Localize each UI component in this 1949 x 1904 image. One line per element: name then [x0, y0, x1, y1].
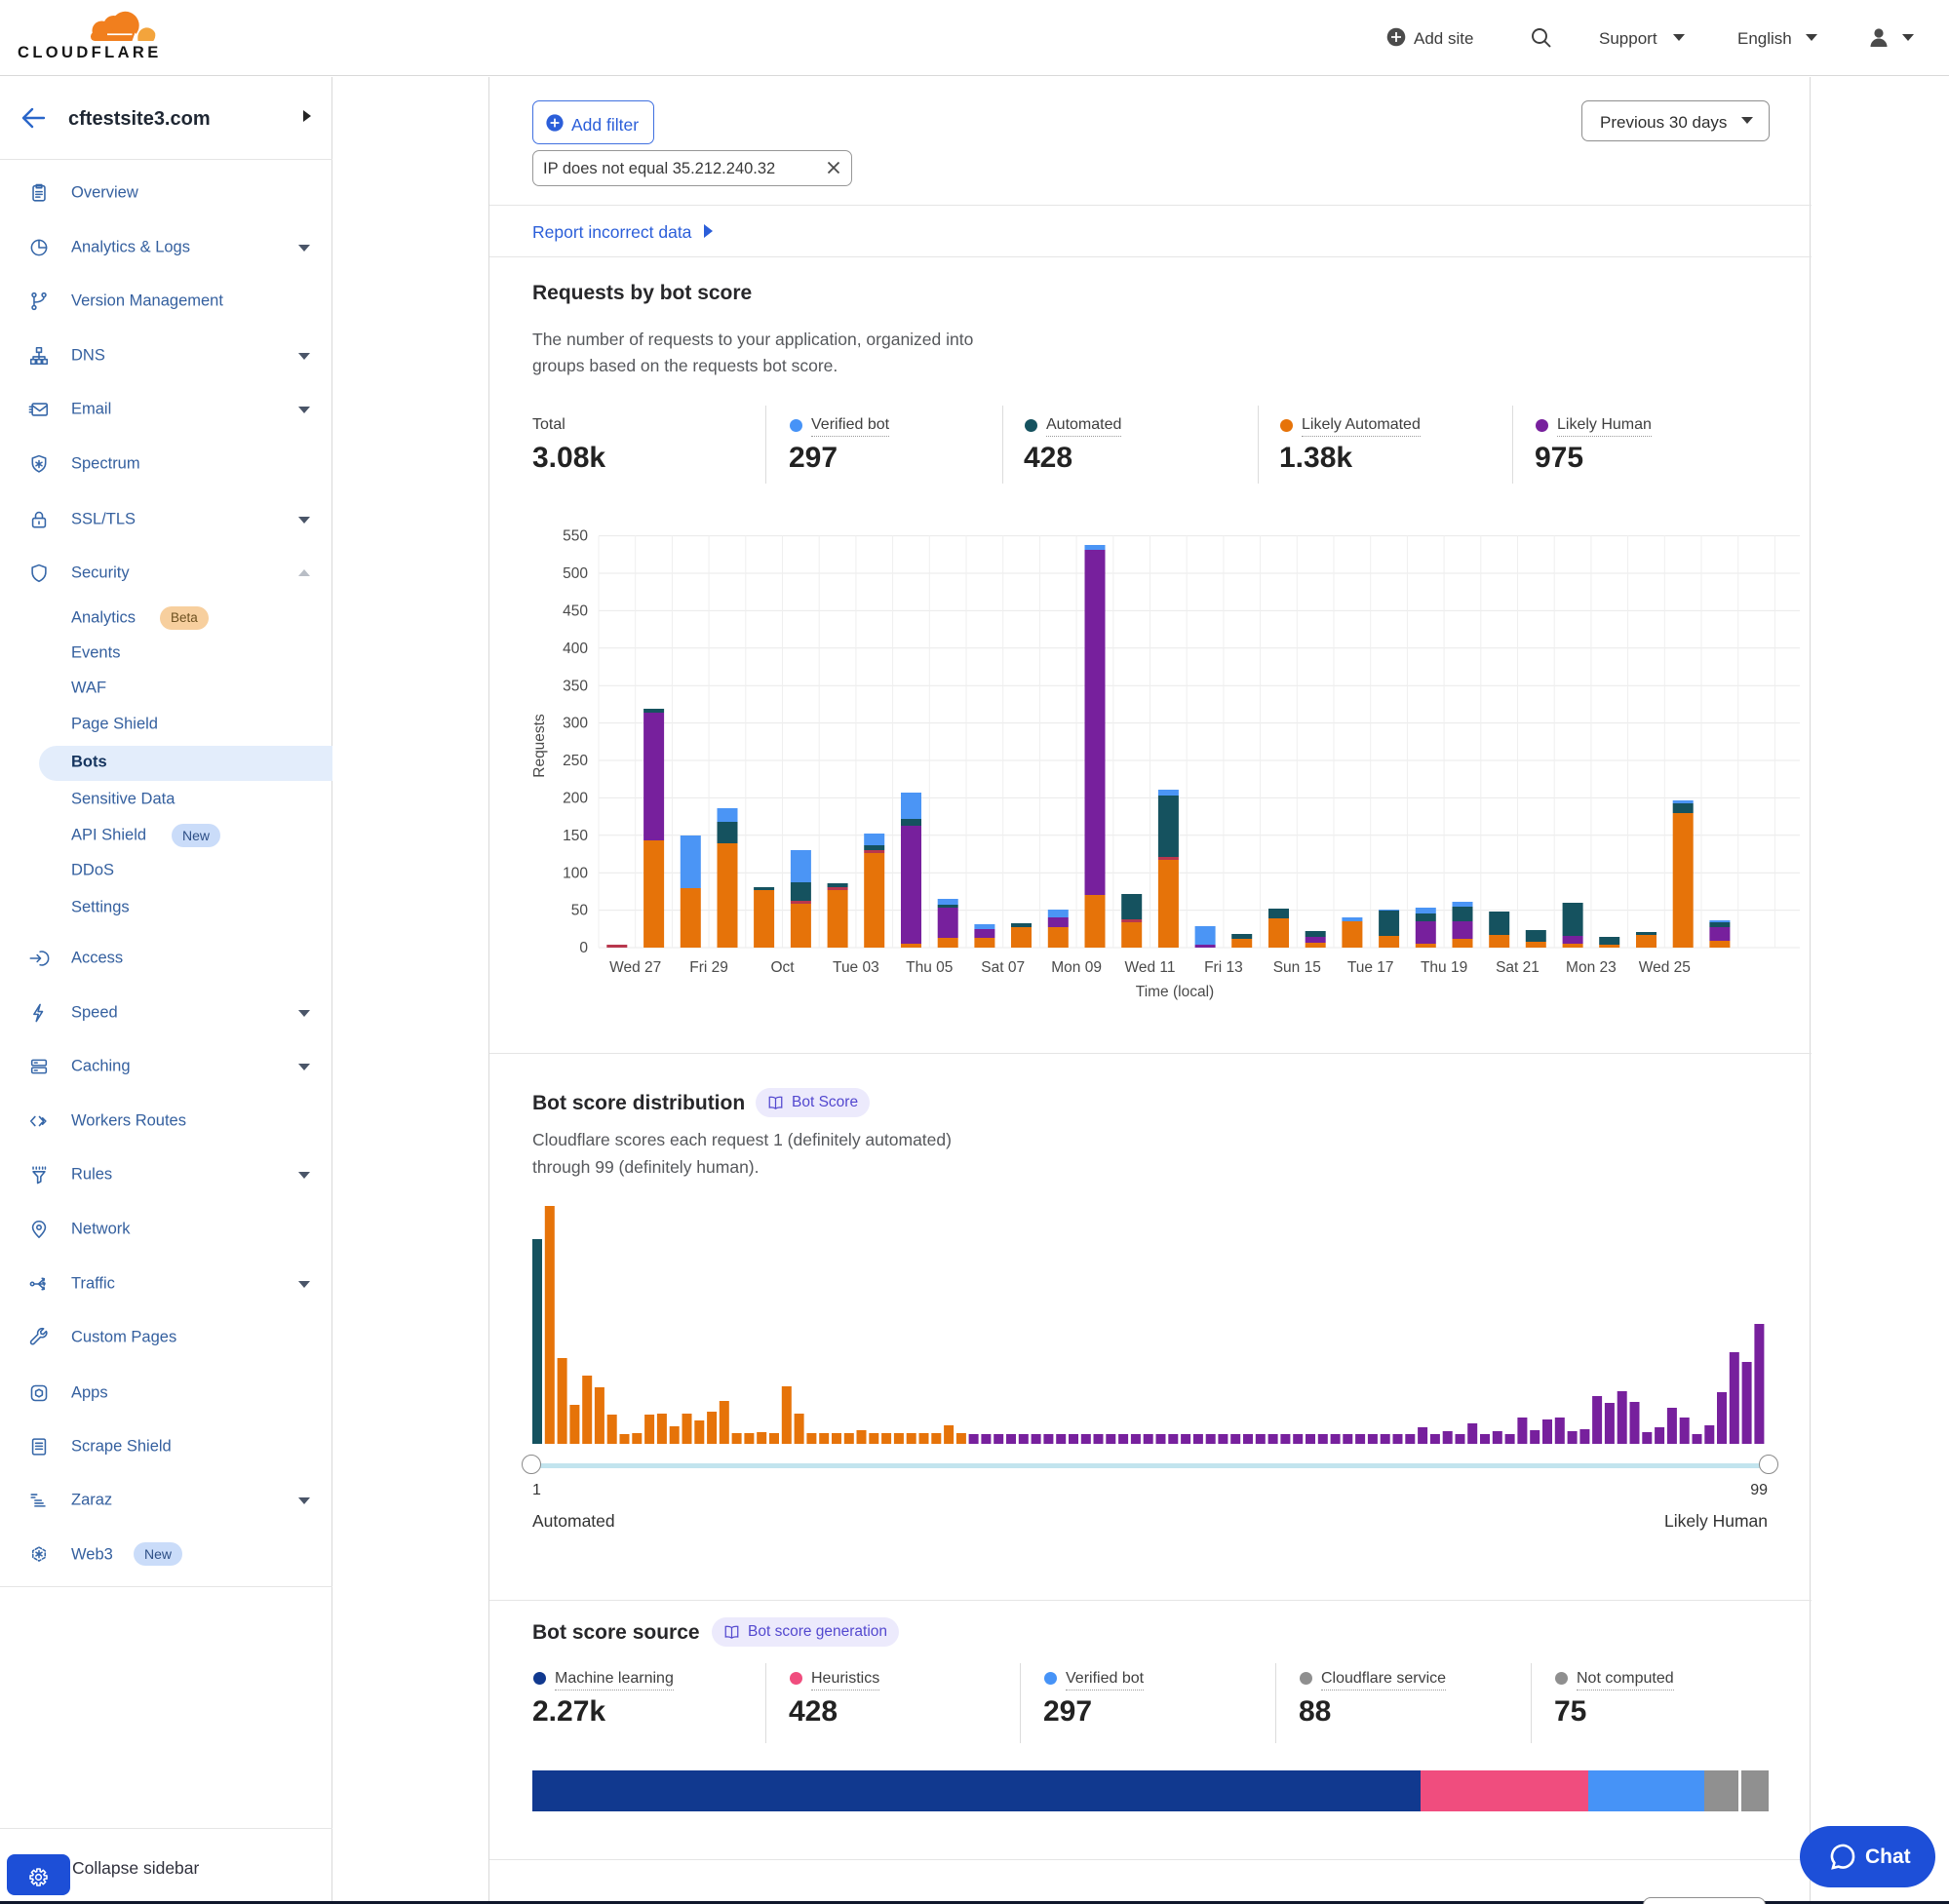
svg-text:Sun 15: Sun 15: [1273, 959, 1321, 976]
svg-text:500: 500: [563, 565, 588, 582]
svg-text:Thu 05: Thu 05: [906, 959, 953, 976]
svg-text:Sat 21: Sat 21: [1496, 959, 1540, 976]
svg-text:Mon 23: Mon 23: [1566, 959, 1617, 976]
svg-text:350: 350: [563, 678, 588, 694]
svg-text:Oct: Oct: [770, 959, 795, 976]
svg-text:150: 150: [563, 828, 588, 844]
svg-text:Wed 27: Wed 27: [609, 959, 661, 976]
svg-text:450: 450: [563, 602, 588, 619]
svg-text:Time (local): Time (local): [1136, 984, 1214, 1000]
svg-text:Mon 09: Mon 09: [1051, 959, 1102, 976]
svg-text:Tue 03: Tue 03: [833, 959, 879, 976]
svg-text:100: 100: [563, 865, 588, 881]
svg-text:50: 50: [571, 903, 589, 919]
svg-text:400: 400: [563, 641, 588, 657]
svg-text:Thu 19: Thu 19: [1421, 959, 1467, 976]
svg-text:250: 250: [563, 753, 588, 769]
svg-text:550: 550: [563, 528, 588, 545]
svg-text:Fri 29: Fri 29: [689, 959, 728, 976]
svg-text:Wed 25: Wed 25: [1639, 959, 1691, 976]
svg-text:Fri 13: Fri 13: [1204, 959, 1243, 976]
svg-text:Wed 11: Wed 11: [1125, 959, 1176, 976]
svg-text:Tue 17: Tue 17: [1347, 959, 1394, 976]
svg-text:0: 0: [579, 940, 588, 956]
svg-text:Requests: Requests: [531, 714, 548, 778]
svg-text:200: 200: [563, 790, 588, 806]
svg-text:Sat 07: Sat 07: [981, 959, 1025, 976]
svg-text:300: 300: [563, 716, 588, 732]
